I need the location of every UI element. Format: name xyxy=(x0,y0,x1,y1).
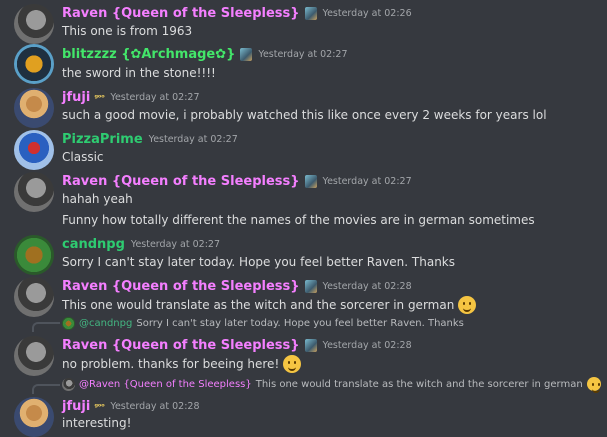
timestamp: Yesterday at 02:28 xyxy=(322,340,412,351)
timestamp: Yesterday at 02:27 xyxy=(110,92,200,103)
message-text: no problem. thanks for beeing here! xyxy=(62,355,302,373)
message-text: such a good movie, i probably watched th… xyxy=(62,108,547,122)
username[interactable]: Raven {Queen of the Sleepless} xyxy=(62,6,300,21)
message-header: Raven {Queen of the Sleepless} Yesterday… xyxy=(62,174,412,189)
message-text: This one is from 1963 xyxy=(62,24,193,38)
username[interactable]: Raven {Queen of the Sleepless} xyxy=(62,338,300,353)
reply-avatar xyxy=(62,377,75,391)
timestamp: Yesterday at 02:27 xyxy=(148,134,238,145)
timestamp: Yesterday at 02:28 xyxy=(322,281,412,292)
message-text: Funny how totally different the names of… xyxy=(62,213,535,227)
message-header: blitzzzz {✿Archmage✿} Yesterday at 02:27 xyxy=(62,47,348,62)
timestamp: Yesterday at 02:27 xyxy=(258,49,348,60)
role-badge-icon xyxy=(304,280,317,293)
username[interactable]: Raven {Queen of the Sleepless} xyxy=(62,279,300,294)
avatar[interactable] xyxy=(14,44,54,84)
username[interactable]: jfuji xyxy=(62,90,90,105)
role-badge-icon xyxy=(240,48,253,61)
message-text-content: no problem. thanks for beeing here! xyxy=(62,357,280,371)
message-text: interesting! xyxy=(62,416,132,430)
timestamp: Yesterday at 02:27 xyxy=(322,176,412,187)
avatar[interactable] xyxy=(14,130,54,170)
slight-smile-emoji-icon xyxy=(283,355,302,373)
reply-reference[interactable]: @Raven {Queen of the Sleepless} This one… xyxy=(62,377,601,393)
timestamp: Yesterday at 02:28 xyxy=(110,401,200,412)
avatar[interactable] xyxy=(14,88,54,128)
reply-mention[interactable]: @candnpg xyxy=(79,318,132,329)
goo-badge: ᵍᵒᵒ xyxy=(94,93,105,102)
reply-spine xyxy=(32,384,60,394)
message-text: the sword in the stone!!!! xyxy=(62,66,216,80)
avatar[interactable] xyxy=(14,235,54,275)
reply-mention[interactable]: @Raven {Queen of the Sleepless} xyxy=(79,379,252,390)
grinning-emoji-icon xyxy=(458,296,477,314)
message-header: Raven {Queen of the Sleepless} Yesterday… xyxy=(62,338,412,353)
avatar[interactable] xyxy=(14,172,54,212)
timestamp: Yesterday at 02:26 xyxy=(322,8,412,19)
timestamp: Yesterday at 02:27 xyxy=(130,239,220,250)
goo-badge: ᵍᵒᵒ xyxy=(94,402,105,411)
message-text: Sorry I can't stay later today. Hope you… xyxy=(62,255,456,269)
username[interactable]: blitzzzz {✿Archmage✿} xyxy=(62,47,235,62)
message-header: jfuji ᵍᵒᵒ Yesterday at 02:27 xyxy=(62,90,200,105)
message-text: hahah yeah xyxy=(62,192,133,206)
message-header: jfuji ᵍᵒᵒ Yesterday at 02:28 xyxy=(62,399,200,414)
message-header: Raven {Queen of the Sleepless} Yesterday… xyxy=(62,6,412,21)
avatar[interactable] xyxy=(14,4,54,44)
message-text: This one would translate as the witch an… xyxy=(62,296,477,314)
reply-reference[interactable]: @candnpg Sorry I can't stay later today.… xyxy=(62,317,464,330)
reply-avatar xyxy=(62,317,75,330)
username[interactable]: PizzaPrime xyxy=(62,132,143,147)
message-header: PizzaPrime Yesterday at 02:27 xyxy=(62,132,238,147)
avatar[interactable] xyxy=(14,397,54,437)
avatar[interactable] xyxy=(14,277,54,317)
grinning-emoji-icon xyxy=(586,377,601,393)
username[interactable]: candnpg xyxy=(62,237,125,252)
role-badge-icon xyxy=(304,175,317,188)
message-text-content: This one would translate as the witch an… xyxy=(62,298,455,312)
reply-spine xyxy=(32,322,60,332)
username[interactable]: jfuji xyxy=(62,399,90,414)
reply-preview: Sorry I can't stay later today. Hope you… xyxy=(136,318,464,329)
avatar[interactable] xyxy=(14,336,54,376)
message-text: Classic xyxy=(62,150,104,164)
reply-preview: This one would translate as the witch an… xyxy=(255,378,583,390)
message-header: Raven {Queen of the Sleepless} Yesterday… xyxy=(62,279,412,294)
role-badge-icon xyxy=(304,339,317,352)
role-badge-icon xyxy=(304,7,317,20)
username[interactable]: Raven {Queen of the Sleepless} xyxy=(62,174,300,189)
message-header: candnpg Yesterday at 02:27 xyxy=(62,237,220,252)
